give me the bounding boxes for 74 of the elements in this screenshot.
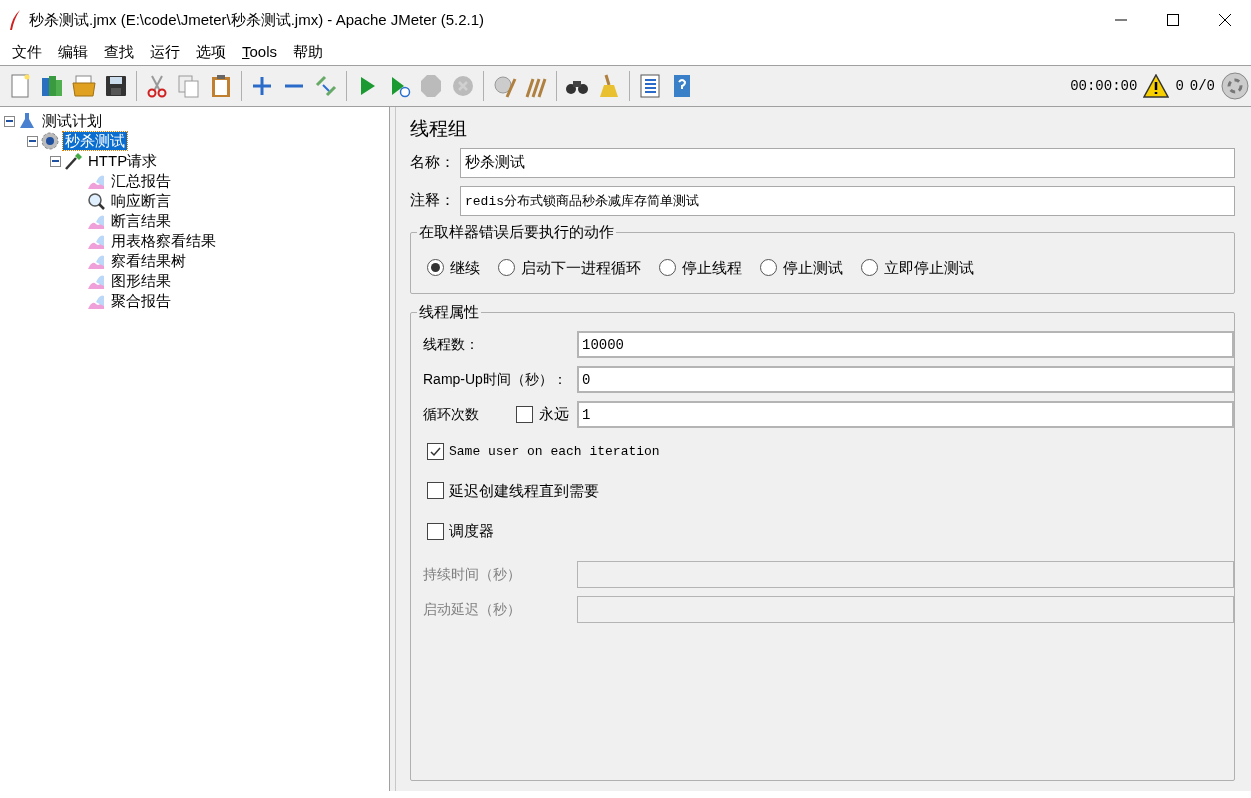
- menu-item[interactable]: 文件: [4, 41, 50, 64]
- field-label: 循环次数: [423, 405, 479, 424]
- radio-button[interactable]: [427, 259, 444, 277]
- gear-icon: [41, 132, 59, 150]
- field-label: 名称：: [410, 152, 456, 173]
- text-field[interactable]: 10000: [577, 331, 1234, 358]
- field-label: 注释：: [410, 190, 456, 211]
- remote-status-icon: [1221, 72, 1249, 100]
- tree-item[interactable]: 图形结果: [109, 272, 173, 290]
- tree-item[interactable]: 用表格察看结果: [109, 232, 218, 250]
- menu-item[interactable]: 查找: [96, 41, 142, 64]
- collapse-toggle[interactable]: [50, 155, 61, 167]
- tree-item[interactable]: 测试计划: [40, 112, 104, 130]
- checkbox[interactable]: [427, 522, 444, 540]
- radio-label: 启动下一进程循环: [521, 257, 641, 278]
- menu-item[interactable]: 选项: [188, 41, 234, 64]
- tree-item[interactable]: 断言结果: [109, 212, 173, 230]
- tree-item[interactable]: HTTP请求: [86, 152, 160, 170]
- checkbox-label: 永远: [539, 404, 569, 425]
- checkmark-icon: [429, 445, 442, 459]
- radio-button[interactable]: [498, 259, 515, 277]
- group-title: 线程属性: [417, 302, 481, 322]
- menu-item[interactable]: 帮助: [285, 41, 332, 64]
- checkbox[interactable]: [427, 443, 444, 461]
- folder-icon: [71, 73, 97, 99]
- checkbox[interactable]: [516, 406, 533, 423]
- tree-item[interactable]: 察看结果树: [109, 252, 188, 270]
- radio-label: 停止测试: [783, 257, 843, 278]
- thread-count: 0/0: [1189, 76, 1215, 96]
- tree-item[interactable]: 汇总报告: [109, 172, 173, 190]
- text-field[interactable]: 0: [577, 366, 1234, 393]
- window-title: 秒杀测试.jmx (E:\code\Jmeter\秒杀测试.jmx) - Apache JMeter (5.2.1): [29, 9, 485, 30]
- radio-button[interactable]: [760, 259, 777, 277]
- radio-label: 继续: [450, 257, 480, 278]
- menu-item[interactable]: 编辑: [50, 41, 96, 64]
- comment-field[interactable]: redis分布式锁商品秒杀减库存简单测试: [460, 185, 1235, 216]
- close-icon: [1219, 14, 1231, 26]
- elapsed-time: 00:00:00: [1070, 76, 1138, 96]
- field-label: 持续时间（秒）: [423, 564, 522, 584]
- name-field[interactable]: 秒杀测试: [460, 147, 1235, 178]
- stop-circle-icon: [450, 73, 476, 99]
- field-label: Ramp-Up时间（秒）：: [423, 370, 568, 389]
- checkbox-label: 调度器: [449, 521, 494, 541]
- copy-icon: [176, 73, 202, 99]
- loop-count-field[interactable]: 1: [577, 401, 1234, 428]
- warning-icon[interactable]: [1143, 74, 1170, 98]
- stop-sign-icon: [418, 73, 444, 99]
- tree-item[interactable]: 聚合报告: [109, 292, 173, 310]
- group-title: 在取样器错误后要执行的动作: [417, 221, 616, 242]
- collapse-toggle[interactable]: [4, 115, 15, 127]
- checkbox-label: 延迟创建线程直到需要: [449, 480, 599, 501]
- pipette-icon: [64, 152, 82, 170]
- collapse-toggle[interactable]: [27, 135, 38, 147]
- maximize-icon: [1167, 14, 1179, 26]
- minus-icon: [285, 84, 303, 88]
- radio-button[interactable]: [659, 259, 676, 277]
- menu-item[interactable]: 运行: [142, 41, 188, 64]
- tree-item[interactable]: 秒杀测试: [63, 132, 127, 150]
- magnifier-icon: [87, 192, 105, 210]
- error-count: 0: [1175, 76, 1184, 96]
- field-label: 线程数：: [423, 335, 480, 354]
- menu-item[interactable]: Tools: [234, 41, 286, 64]
- tree-item[interactable]: 响应断言: [109, 192, 173, 210]
- radio-button[interactable]: [861, 259, 878, 277]
- checkbox[interactable]: [427, 482, 444, 500]
- checkbox-label: Same user on each iteration: [449, 443, 660, 461]
- list-icon: [637, 73, 663, 99]
- books-icon: [39, 73, 65, 99]
- radio-label: 停止线程: [682, 257, 742, 278]
- flask-icon: [18, 112, 36, 130]
- panel-title: 线程组: [410, 117, 468, 141]
- pipettes-icon: [313, 73, 339, 99]
- field-label: 启动延迟（秒）: [423, 599, 522, 619]
- radio-label: 立即停止测试: [884, 257, 974, 278]
